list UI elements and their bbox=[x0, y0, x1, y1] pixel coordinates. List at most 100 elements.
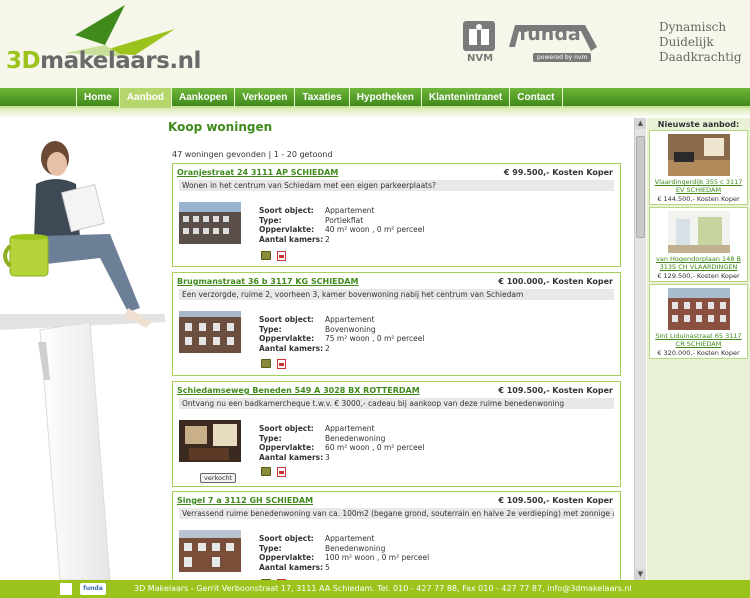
sidebar-listing-address-link[interactable]: Vlaardingerdijk 355 c 3117 EV SCHIEDAM bbox=[652, 178, 745, 194]
nav-item-aankopen[interactable]: Aankopen bbox=[171, 88, 234, 108]
print-icon[interactable] bbox=[261, 467, 271, 476]
nav-item-hypotheken[interactable]: Hypotheken bbox=[348, 88, 421, 108]
pdf-icon[interactable] bbox=[277, 467, 286, 477]
rooms-value: 2 bbox=[325, 343, 330, 353]
pdf-icon[interactable] bbox=[277, 251, 286, 261]
listing-title-link[interactable]: Oranjestraat 24 3111 AP SCHIEDAM bbox=[177, 168, 338, 177]
type-label: Type: bbox=[259, 433, 282, 443]
rooms-label: Aantal kamers: bbox=[259, 562, 324, 572]
nav-item-aanbod[interactable]: Aanbod bbox=[118, 88, 172, 108]
listing-card: Schiedamseweg Beneden 549 A 3028 BX ROTT… bbox=[172, 381, 621, 487]
tagline-line-1: Dynamisch bbox=[659, 20, 727, 34]
sidebar-listing-photo[interactable] bbox=[667, 134, 730, 176]
object-type-value: Appartement bbox=[325, 315, 375, 324]
footer-logos: funda bbox=[60, 583, 106, 595]
listing-price: € 109.500,- Kosten Koper bbox=[498, 496, 613, 505]
woman-with-mug-illustration bbox=[0, 118, 165, 580]
object-type-label: Soort object: bbox=[259, 534, 314, 543]
listing-price: € 100.000,- Kosten Koper bbox=[498, 277, 613, 286]
type-value: Portiekflat bbox=[325, 215, 364, 225]
site-footer: funda 3D Makelaars - Gerrit Verboonstraa… bbox=[0, 580, 750, 598]
area-value: 40 m² woon , 0 m² perceel bbox=[325, 225, 425, 234]
object-type-label: Soort object: bbox=[259, 206, 314, 215]
listing-card: Brugmanstraat 36 b 3117 KG SCHIEDAM € 10… bbox=[172, 272, 621, 376]
area-value: 75 m² woon , 0 m² perceel bbox=[325, 334, 425, 343]
listing-card: Oranjestraat 24 3111 AP SCHIEDAM € 99.50… bbox=[172, 163, 621, 267]
listing-details: Soort object: Appartement Type: Bovenwonin… bbox=[259, 315, 424, 353]
sidebar-listing-address-link[interactable]: Sint Liduinastraat 65 3117 CR SCHIEDAM bbox=[652, 332, 745, 348]
pdf-icon[interactable] bbox=[277, 359, 286, 369]
nav-item-taxaties[interactable]: Taxaties bbox=[294, 88, 348, 108]
listing-photo[interactable] bbox=[179, 530, 241, 572]
listing-description: Wonen in het centrum van Schiedam met ee… bbox=[179, 180, 614, 191]
listing-photo[interactable] bbox=[179, 202, 241, 244]
content-scrollbar[interactable]: ▲ ▼ bbox=[634, 118, 646, 580]
hero-image bbox=[0, 118, 165, 580]
scroll-down-arrow-icon[interactable]: ▼ bbox=[635, 569, 646, 580]
object-type-label: Soort object: bbox=[259, 424, 314, 433]
sidebar-listing[interactable]: Vlaardingerdijk 355 c 3117 EV SCHIEDAM €… bbox=[649, 130, 748, 205]
area-label: Oppervlakte: bbox=[259, 225, 315, 234]
area-label: Oppervlakte: bbox=[259, 443, 315, 452]
listing-photo[interactable] bbox=[179, 420, 241, 462]
footer-contact-info: 3D Makelaars - Gerrit Verboonstraat 17, … bbox=[134, 584, 632, 593]
nav-item-contact[interactable]: Contact bbox=[509, 88, 563, 108]
area-label: Oppervlakte: bbox=[259, 334, 315, 343]
logo-prefix: 3D bbox=[6, 48, 41, 74]
rooms-value: 3 bbox=[325, 452, 330, 462]
main-content: Koop woningen 47 woningen gevonden | 1 -… bbox=[168, 118, 623, 580]
nav-item-verkopen[interactable]: Verkopen bbox=[234, 88, 294, 108]
scroll-up-arrow-icon[interactable]: ▲ bbox=[635, 118, 646, 129]
nav-item-home[interactable]: Home bbox=[76, 88, 119, 108]
page-title: Koop woningen bbox=[168, 120, 273, 134]
nvm-label: NVM bbox=[466, 53, 494, 64]
object-type-value: Appartement bbox=[325, 534, 375, 543]
nvm-house-icon bbox=[463, 21, 495, 51]
type-value: Benedenwoning bbox=[325, 433, 386, 443]
sidebar-listing-photo[interactable] bbox=[667, 211, 730, 253]
listing-actions bbox=[261, 251, 286, 261]
site-logo[interactable]: 3Dmakelaars.nl bbox=[6, 48, 201, 74]
listing-details: Soort object: Appartement Type: Portiekfla… bbox=[259, 206, 424, 244]
rooms-label: Aantal kamers: bbox=[259, 234, 324, 244]
listing-price: € 99.500,- Kosten Koper bbox=[503, 168, 613, 177]
main-navigation: Home Aanbod Aankopen Verkopen Taxaties H… bbox=[76, 88, 563, 108]
nav-item-klantenintranet[interactable]: Klantenintranet bbox=[420, 88, 509, 108]
footer-nvm-icon[interactable] bbox=[60, 583, 72, 595]
listing-actions bbox=[261, 359, 286, 369]
scrollbar-thumb[interactable] bbox=[636, 136, 645, 238]
sidebar-listing-price: € 320.000,- Kosten Koper bbox=[657, 349, 740, 357]
type-label: Type: bbox=[259, 543, 282, 553]
listing-description: Verrassend ruime benedenwoning van ca. 1… bbox=[179, 508, 614, 519]
type-value: Bovenwoning bbox=[325, 324, 376, 334]
listing-title-link[interactable]: Singel 7 a 3112 GH SCHIEDAM bbox=[177, 496, 313, 505]
nvm-logo[interactable]: NVM bbox=[463, 21, 497, 67]
type-value: Benedenwoning bbox=[325, 543, 386, 553]
logo-main: makelaars.nl bbox=[40, 48, 201, 74]
object-type-value: Appartement bbox=[325, 424, 375, 433]
listing-details: Soort object: Appartement Type: Benedenwon… bbox=[259, 534, 429, 572]
funda-powered: powered by nvm bbox=[533, 53, 592, 62]
main-navigation-bar: Home Aanbod Aankopen Verkopen Taxaties H… bbox=[0, 88, 750, 108]
print-icon[interactable] bbox=[261, 251, 271, 260]
sidebar-listing-price: € 129.500,- Kosten Koper bbox=[657, 272, 740, 280]
rooms-label: Aantal kamers: bbox=[259, 343, 324, 353]
print-icon[interactable] bbox=[261, 359, 271, 368]
listing-title-link[interactable]: Schiedamseweg Beneden 549 A 3028 BX ROTT… bbox=[177, 386, 420, 395]
listing-photo[interactable] bbox=[179, 311, 241, 353]
footer-funda-logo[interactable]: funda bbox=[80, 583, 106, 595]
funda-logo[interactable]: funda powered by nvm bbox=[505, 21, 601, 67]
sidebar-listing[interactable]: Sint Liduinastraat 65 3117 CR SCHIEDAM €… bbox=[649, 284, 748, 359]
rooms-value: 2 bbox=[325, 234, 330, 244]
listing-actions bbox=[261, 467, 286, 477]
area-value: 60 m² woon , 0 m² perceel bbox=[325, 443, 425, 452]
listing-description: Een verzorgde, ruime 2, voorheen 3, kame… bbox=[179, 289, 614, 300]
site-header: 3Dmakelaars.nl NVM funda powered by nvm … bbox=[0, 0, 750, 88]
rooms-value: 5 bbox=[325, 562, 330, 572]
listing-title-link[interactable]: Brugmanstraat 36 b 3117 KG SCHIEDAM bbox=[177, 277, 358, 286]
sidebar-listing-photo[interactable] bbox=[667, 288, 730, 330]
sidebar-listing-address-link[interactable]: van Hogendorplaan 148 B 3135 CH VLAARDIN… bbox=[652, 255, 745, 271]
rooms-label: Aantal kamers: bbox=[259, 452, 324, 462]
sidebar-listing[interactable]: van Hogendorplaan 148 B 3135 CH VLAARDIN… bbox=[649, 207, 748, 282]
tagline-line-3: Daadkrachtig bbox=[659, 50, 742, 64]
